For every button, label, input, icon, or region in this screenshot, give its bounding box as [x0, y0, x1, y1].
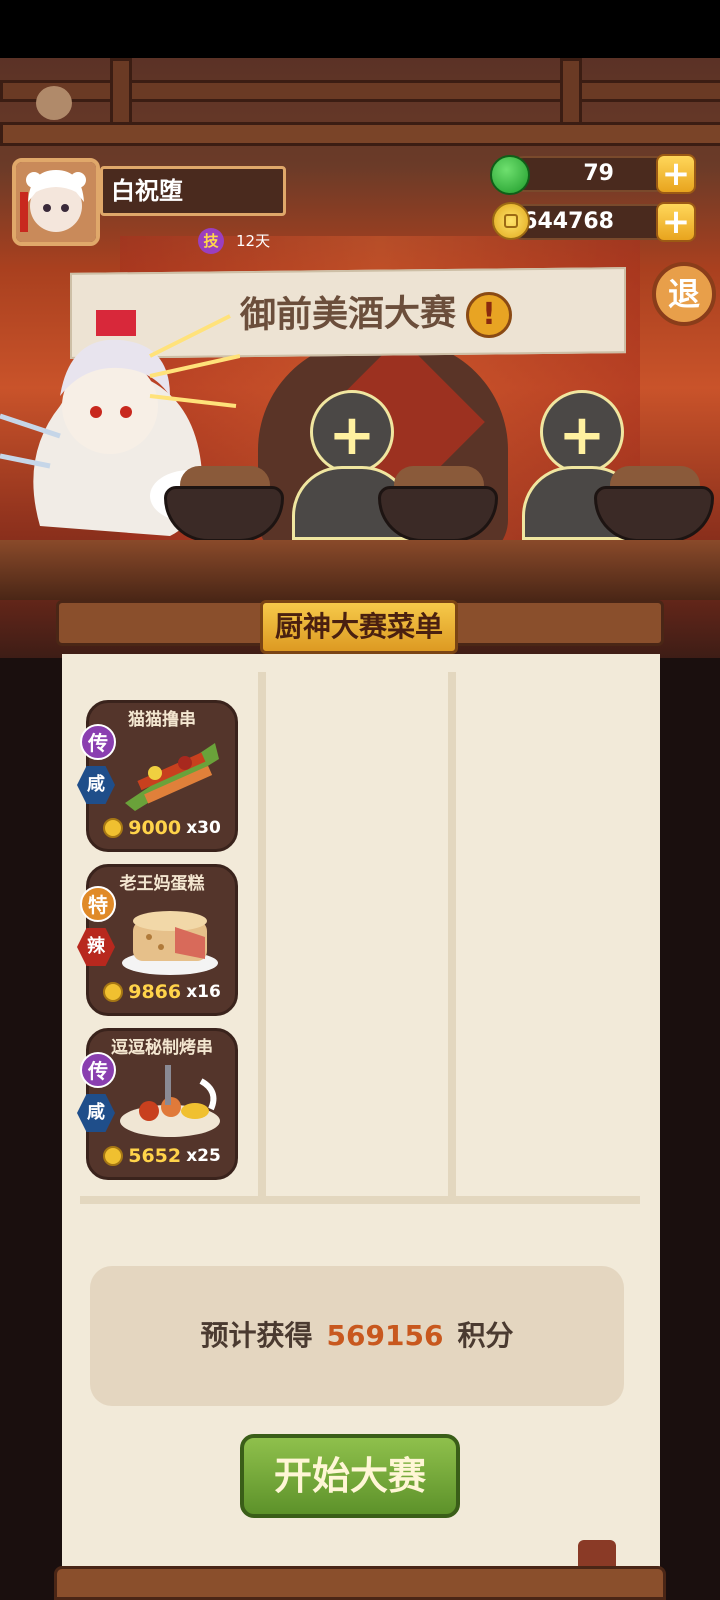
jade-amount: 79 [506, 156, 674, 192]
event-info-icon[interactable]: ! [466, 292, 512, 338]
coin-icon [103, 818, 124, 838]
roof-lintel [0, 122, 720, 146]
skewer-dish-icon [125, 743, 219, 811]
pot-lid [610, 466, 700, 488]
add-icon: + [558, 403, 606, 468]
coin-icon [103, 1146, 124, 1166]
add-icon: + [328, 403, 376, 468]
dish-price: 9000 x30 [89, 817, 235, 845]
bbq-platter-icon [120, 1065, 220, 1137]
column-divider [448, 672, 456, 1200]
status-bar [0, 0, 720, 58]
days-count: 12天 [236, 232, 271, 250]
dish-name: 老王妈蛋糕 [119, 874, 205, 894]
add-jade-button[interactable]: + [656, 154, 696, 194]
bird-ornament [36, 86, 72, 120]
coin-icon [103, 982, 124, 1002]
price-value: 9866 [128, 981, 182, 1003]
player-name: 白祝堕 [100, 166, 286, 216]
estimate-prefix: 预计获得 [200, 1319, 313, 1352]
price-value: 9000 [128, 817, 182, 839]
quantity-value: x25 [186, 1146, 221, 1166]
column-divider [258, 672, 266, 1200]
cake-dish-icon [122, 911, 218, 975]
price-value: 5652 [128, 1145, 182, 1167]
rarity-badge: 特 [80, 886, 116, 922]
dish-name: 逗逗秘制烤串 [111, 1038, 213, 1058]
start-contest-button[interactable]: 开始大赛 [240, 1434, 460, 1518]
grid-bottom-line [80, 1196, 640, 1204]
menu-title: 厨神大赛菜单 [260, 600, 458, 654]
estimated-points: 预计获得 569156 积分 [90, 1266, 624, 1406]
quantity-value: x16 [186, 982, 221, 1002]
jade-icon [490, 155, 530, 195]
add-coins-button[interactable]: + [656, 202, 696, 242]
dish-price: 9866 x16 [89, 981, 235, 1009]
quantity-value: x30 [186, 818, 221, 838]
stage-shelf [0, 540, 720, 600]
estimate-suffix: 积分 [457, 1319, 514, 1352]
exit-button[interactable]: 退 [652, 262, 716, 326]
coin-amount: 644768 [506, 204, 674, 240]
pot-lid [394, 466, 484, 488]
avatar-portrait-icon [16, 162, 96, 242]
estimate-value: 569156 [326, 1319, 444, 1352]
rarity-badge: 传 [80, 1052, 116, 1088]
roof-beam [0, 80, 720, 102]
player-avatar[interactable] [12, 158, 100, 246]
dish-name: 猫猫撸串 [128, 710, 196, 730]
rarity-badge: 传 [80, 724, 116, 760]
dish-price: 5652 x25 [89, 1145, 235, 1173]
skill-badge-icon: 技 [198, 228, 224, 254]
coin-icon [492, 202, 530, 240]
bottom-trim [54, 1566, 666, 1600]
pot-lid [180, 466, 270, 488]
